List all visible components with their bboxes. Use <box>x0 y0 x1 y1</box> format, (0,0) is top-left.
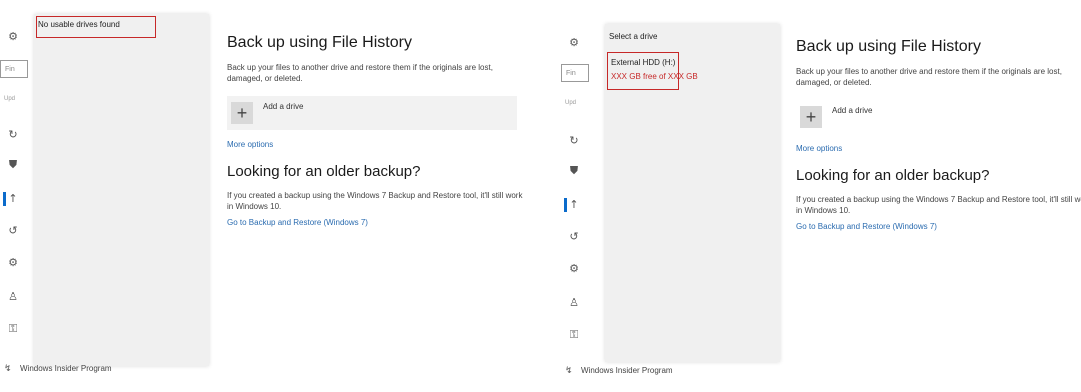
drive-flyout: No usable drives found <box>34 14 209 366</box>
person-icon[interactable]: ♙ <box>567 296 581 310</box>
description: Back up your files to another drive and … <box>796 67 1062 87</box>
shield-filled-icon[interactable]: ⛊ <box>567 164 581 178</box>
search-input[interactable]: Fin <box>0 60 28 78</box>
sync-icon[interactable]: ↻ <box>567 134 581 148</box>
more-options-link[interactable]: More options <box>227 140 527 149</box>
add-drive-button[interactable]: + Add a drive <box>227 96 517 130</box>
drive-flyout: Select a drive External HDD (H:) XXX GB … <box>605 24 780 362</box>
older-backup-description: If you created a backup using the Window… <box>227 191 523 211</box>
page-title: Back up using File History <box>227 34 412 51</box>
backup-icon[interactable]: ↑ <box>567 198 581 212</box>
lock-icon[interactable]: ⚿ <box>567 328 581 342</box>
section-label: Upd <box>565 100 577 106</box>
section-label: Upd <box>4 96 16 102</box>
drive-name[interactable]: External HDD (H:) <box>611 58 675 67</box>
more-options-link[interactable]: More options <box>796 144 1081 153</box>
flyout-title: Select a drive <box>609 32 658 41</box>
history-icon[interactable]: ↺ <box>567 230 581 244</box>
drive-space: XXX GB free of XXX GB <box>611 72 698 81</box>
right-settings-panel: ⚙ Fin Upd ↻ ⛊ ↑ ↺ ⚙ ♙ ⚿ Select a drive E… <box>561 0 1081 392</box>
insider-program-link[interactable]: Windows Insider Program <box>581 366 673 375</box>
main-content: Back up using File History Back up your … <box>796 38 1081 231</box>
older-backup-heading: Looking for an older backup? <box>227 163 421 180</box>
backup-restore-link[interactable]: Go to Backup and Restore (Windows 7) <box>796 222 1081 231</box>
lock-icon[interactable]: ⚿ <box>6 322 20 336</box>
insider-icon[interactable]: ↯ <box>4 363 12 374</box>
backup-restore-link[interactable]: Go to Backup and Restore (Windows 7) <box>227 218 527 227</box>
add-drive-label: Add a drive <box>263 102 304 111</box>
older-backup-description: If you created a backup using the Window… <box>796 195 1081 215</box>
search-input[interactable]: Fin <box>561 64 589 82</box>
page-title: Back up using File History <box>796 38 981 55</box>
history-icon[interactable]: ↺ <box>6 224 20 238</box>
plus-icon: + <box>800 106 822 128</box>
gear-icon[interactable]: ⚙ <box>567 36 581 50</box>
gear-icon[interactable]: ⚙ <box>6 30 20 44</box>
shield-filled-icon[interactable]: ⛊ <box>6 158 20 172</box>
nav-rail: ⚙ Fin Upd ↻ ⛊ ↑ ↺ ⚙ ♙ ⚿ <box>0 0 34 392</box>
wrench-icon[interactable]: ⚙ <box>567 262 581 276</box>
no-drives-message: No usable drives found <box>38 20 120 29</box>
add-drive-label: Add a drive <box>832 106 873 115</box>
insider-icon[interactable]: ↯ <box>565 365 573 376</box>
insider-program-link[interactable]: Windows Insider Program <box>20 364 112 373</box>
older-backup-heading: Looking for an older backup? <box>796 167 990 184</box>
backup-icon[interactable]: ↑ <box>6 192 20 206</box>
plus-icon: + <box>231 102 253 124</box>
main-content: Back up using File History Back up your … <box>227 34 527 227</box>
nav-rail: ⚙ Fin Upd ↻ ⛊ ↑ ↺ ⚙ ♙ ⚿ <box>561 0 595 392</box>
wrench-icon[interactable]: ⚙ <box>6 256 20 270</box>
person-icon[interactable]: ♙ <box>6 290 20 304</box>
sync-icon[interactable]: ↻ <box>6 128 20 142</box>
left-settings-panel: ⚙ Fin Upd ↻ ⛊ ↑ ↺ ⚙ ♙ ⚿ No usable drives… <box>0 0 540 392</box>
description: Back up your files to another drive and … <box>227 63 493 83</box>
add-drive-button[interactable]: + Add a drive <box>796 100 1081 134</box>
